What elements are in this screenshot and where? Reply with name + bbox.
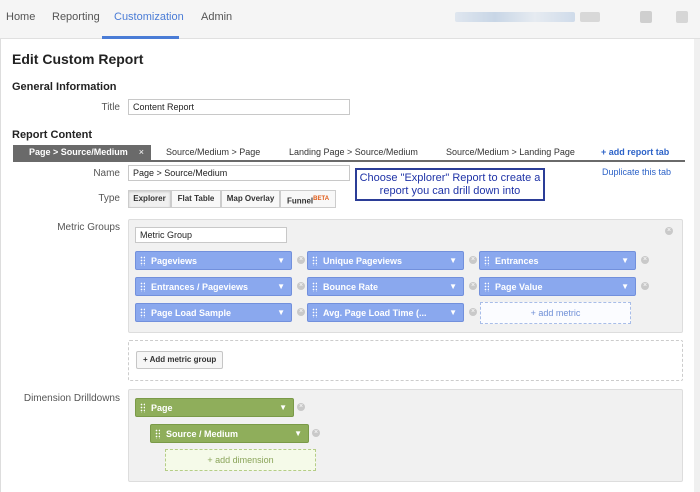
nav-reporting[interactable]: Reporting	[52, 11, 100, 23]
type-flat-table-button[interactable]: Flat Table	[171, 190, 221, 208]
add-metric-group-button[interactable]: + Add metric group	[136, 351, 224, 369]
grip-icon[interactable]	[312, 282, 317, 292]
caret-down-icon[interactable]: ▼	[449, 304, 457, 322]
report-tab-label: Page > Source/Medium	[29, 147, 128, 157]
account-icon-blurred	[580, 12, 600, 22]
metric-pill-unique-pageviews[interactable]: Unique Pageviews ▼	[307, 251, 464, 270]
report-tab-2[interactable]: Source/Medium > Page	[166, 147, 260, 157]
page-title: Edit Custom Report	[12, 51, 144, 67]
remove-metric-icon[interactable]: ×	[297, 308, 305, 316]
nav-customization[interactable]: Customization	[114, 11, 184, 23]
remove-metric-icon[interactable]: ×	[469, 256, 477, 264]
remove-metric-icon[interactable]: ×	[297, 256, 305, 264]
metric-pill-entrances-pageviews[interactable]: Entrances / Pageviews ▼	[135, 277, 292, 296]
close-icon[interactable]: ×	[139, 145, 144, 160]
dimension-pill-label: Page	[151, 403, 173, 413]
report-tab-3[interactable]: Landing Page > Source/Medium	[289, 147, 418, 157]
caret-down-icon[interactable]: ▼	[621, 278, 629, 296]
report-content-heading: Report Content	[12, 129, 93, 141]
funnel-label: Funnel	[286, 196, 314, 206]
caret-down-icon[interactable]: ▼	[449, 278, 457, 296]
nav-admin[interactable]: Admin	[201, 11, 232, 23]
scrollbar[interactable]	[694, 39, 700, 492]
caret-down-icon[interactable]: ▼	[449, 252, 457, 270]
caret-down-icon[interactable]: ▼	[294, 425, 302, 443]
remove-metric-icon[interactable]: ×	[641, 256, 649, 264]
grip-icon[interactable]	[312, 256, 317, 266]
grip-icon[interactable]	[312, 308, 317, 318]
remove-dimension-icon[interactable]: ×	[297, 403, 305, 411]
remove-metric-icon[interactable]: ×	[641, 282, 649, 290]
grip-icon[interactable]	[155, 429, 160, 439]
metric-pill-entrances[interactable]: Entrances ▼	[479, 251, 636, 270]
grip-icon[interactable]	[140, 403, 145, 413]
settings-icon-blurred[interactable]	[640, 11, 652, 23]
metric-groups-label: Metric Groups	[57, 222, 120, 233]
dimension-pill-source-medium[interactable]: Source / Medium ▼	[150, 424, 309, 443]
help-icon-blurred[interactable]	[676, 11, 688, 23]
title-input[interactable]	[128, 99, 350, 115]
duplicate-tab-link[interactable]: Duplicate this tab	[602, 167, 671, 177]
type-funnel-button[interactable]: FunnelBETA	[280, 190, 336, 208]
explorer-callout: Choose "Explorer" Report to create a rep…	[355, 168, 545, 201]
dimension-pill-page[interactable]: Page ▼	[135, 398, 294, 417]
beta-badge: BETA	[313, 196, 330, 202]
type-explorer-button[interactable]: Explorer	[128, 190, 171, 208]
metric-pill-label: Unique Pageviews	[323, 256, 403, 266]
name-input[interactable]	[128, 165, 350, 181]
metric-pill-label: Entrances / Pageviews	[151, 282, 249, 292]
metric-pill-page-load-sample[interactable]: Page Load Sample ▼	[135, 303, 292, 322]
metric-pill-label: Pageviews	[151, 256, 198, 266]
type-map-overlay-button[interactable]: Map Overlay	[221, 190, 280, 208]
caret-down-icon[interactable]: ▼	[621, 252, 629, 270]
dimension-pill-label: Source / Medium	[166, 429, 239, 439]
top-nav: Home Reporting Customization Admin	[0, 0, 700, 39]
type-label: Type	[98, 193, 120, 204]
metric-pill-page-value[interactable]: Page Value ▼	[479, 277, 636, 296]
add-report-tab-link[interactable]: + add report tab	[601, 147, 669, 157]
grip-icon[interactable]	[484, 256, 489, 266]
metric-pill-avg-page-load-time[interactable]: Avg. Page Load Time (... ▼	[307, 303, 464, 322]
caret-down-icon[interactable]: ▼	[279, 399, 287, 417]
metric-pill-label: Entrances	[495, 256, 539, 266]
metric-pill-label: Avg. Page Load Time (...	[323, 308, 427, 318]
report-tab-active[interactable]: Page > Source/Medium ×	[13, 145, 151, 160]
grip-icon[interactable]	[484, 282, 489, 292]
title-label: Title	[101, 102, 120, 113]
remove-metric-group-icon[interactable]: ×	[665, 227, 673, 235]
grip-icon[interactable]	[140, 282, 145, 292]
add-metric-button[interactable]: + add metric	[480, 302, 631, 324]
metric-pill-label: Page Value	[495, 282, 543, 292]
remove-metric-icon[interactable]: ×	[469, 308, 477, 316]
remove-metric-icon[interactable]: ×	[469, 282, 477, 290]
metric-pill-pageviews[interactable]: Pageviews ▼	[135, 251, 292, 270]
add-dimension-button[interactable]: + add dimension	[165, 449, 316, 471]
caret-down-icon[interactable]: ▼	[277, 304, 285, 322]
caret-down-icon[interactable]: ▼	[277, 278, 285, 296]
general-information-heading: General Information	[12, 81, 117, 93]
metric-group-name-input[interactable]	[135, 227, 287, 243]
remove-dimension-icon[interactable]: ×	[312, 429, 320, 437]
name-label: Name	[93, 168, 120, 179]
report-tab-4[interactable]: Source/Medium > Landing Page	[446, 147, 575, 157]
remove-metric-icon[interactable]: ×	[297, 282, 305, 290]
grip-icon[interactable]	[140, 256, 145, 266]
caret-down-icon[interactable]: ▼	[277, 252, 285, 270]
nav-home[interactable]: Home	[6, 11, 35, 23]
metric-pill-label: Bounce Rate	[323, 282, 379, 292]
grip-icon[interactable]	[140, 308, 145, 318]
dimension-drilldowns-label: Dimension Drilldowns	[23, 393, 120, 404]
metric-pill-bounce-rate[interactable]: Bounce Rate ▼	[307, 277, 464, 296]
account-info-blurred	[455, 12, 575, 22]
metric-pill-label: Page Load Sample	[151, 308, 232, 318]
